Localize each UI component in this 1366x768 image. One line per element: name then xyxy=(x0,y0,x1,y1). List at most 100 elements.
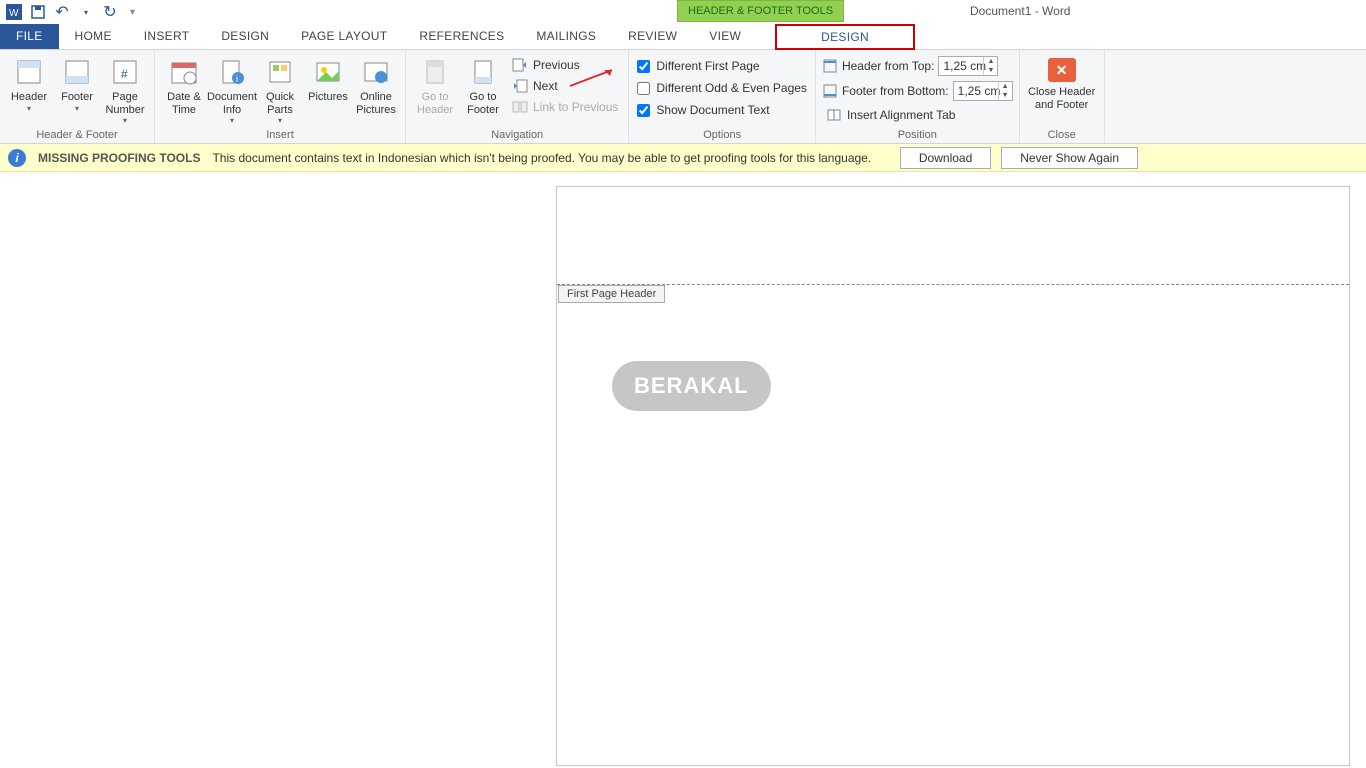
quick-parts-icon xyxy=(264,56,296,88)
calendar-icon xyxy=(168,56,200,88)
date-time-button[interactable]: Date & Time xyxy=(161,54,207,118)
info-icon: i xyxy=(8,149,26,167)
quick-parts-button[interactable]: Quick Parts▾ xyxy=(257,54,303,127)
group-label-options: Options xyxy=(635,127,809,141)
group-close: ✕ Close Header and Footer Close xyxy=(1020,50,1105,143)
spin-down-icon[interactable]: ▼ xyxy=(984,66,997,75)
tab-hf-design[interactable]: DESIGN xyxy=(775,24,915,50)
tab-mailings[interactable]: MAILINGS xyxy=(520,23,612,49)
document-page[interactable]: First Page Header BERAKAL xyxy=(556,186,1350,766)
close-header-footer-button[interactable]: ✕ Close Header and Footer xyxy=(1026,54,1098,113)
svg-text:W: W xyxy=(9,8,19,19)
group-label-insert: Insert xyxy=(161,127,399,141)
header-label: Header xyxy=(11,91,47,104)
undo-caret-icon[interactable]: ▾ xyxy=(78,4,94,20)
group-label-close: Close xyxy=(1026,127,1098,141)
pictures-label: Pictures xyxy=(308,91,348,104)
online-pictures-label: Online Pictures xyxy=(355,91,397,116)
diff-first-label: Different First Page xyxy=(656,59,759,73)
workspace: First Page Header BERAKAL xyxy=(0,172,1366,768)
quick-parts-label: Quick Parts xyxy=(259,91,301,116)
redo-icon[interactable]: ↻ xyxy=(102,4,118,20)
pictures-icon xyxy=(312,56,344,88)
header-icon xyxy=(13,56,45,88)
spin-up-icon[interactable]: ▲ xyxy=(999,82,1012,91)
contextual-tab-label: HEADER & FOOTER TOOLS xyxy=(677,0,844,22)
link-icon xyxy=(512,99,528,115)
tab-view[interactable]: VIEW xyxy=(693,23,757,49)
msgbar-text: This document contains text in Indonesia… xyxy=(212,151,871,165)
msgbar-title: MISSING PROOFING TOOLS xyxy=(38,151,200,165)
show-doc-label: Show Document Text xyxy=(656,103,769,117)
from-bottom-label: Footer from Bottom: xyxy=(842,84,949,98)
date-time-label: Date & Time xyxy=(163,91,205,116)
align-tab-icon xyxy=(826,107,842,123)
align-tab-label: Insert Alignment Tab xyxy=(847,108,956,122)
footer-button[interactable]: Footer▾ xyxy=(54,54,100,115)
tab-design[interactable]: DESIGN xyxy=(205,23,285,49)
header-tag: First Page Header xyxy=(558,285,665,303)
watermark: BERAKAL xyxy=(612,361,771,411)
different-first-page-checkbox[interactable]: Different First Page xyxy=(635,58,809,74)
undo-icon[interactable]: ↶ xyxy=(54,4,70,20)
svg-text:#: # xyxy=(121,67,128,81)
show-document-text-checkbox[interactable]: Show Document Text xyxy=(635,102,809,118)
group-navigation: Go to Header Go to Footer Previous Next … xyxy=(406,50,629,143)
from-top-label: Header from Top: xyxy=(842,59,935,73)
next-label: Next xyxy=(533,79,558,93)
header-button[interactable]: Header▾ xyxy=(6,54,52,115)
group-options: Different First Page Different Odd & Eve… xyxy=(629,50,816,143)
insert-alignment-tab-button[interactable]: Insert Alignment Tab xyxy=(822,106,1013,124)
svg-text:i: i xyxy=(236,74,238,84)
never-show-button[interactable]: Never Show Again xyxy=(1001,147,1138,169)
diff-first-input[interactable] xyxy=(637,60,650,73)
tab-home[interactable]: HOME xyxy=(59,23,128,49)
tab-page-layout[interactable]: PAGE LAYOUT xyxy=(285,23,403,49)
goto-footer-icon xyxy=(467,56,499,88)
spin-down-icon[interactable]: ▼ xyxy=(999,91,1012,100)
footer-bottom-spinner[interactable]: 1,25 cm▲▼ xyxy=(953,81,1013,101)
goto-header-label: Go to Header xyxy=(414,91,456,116)
group-label-position: Position xyxy=(822,127,1013,141)
ribbon: Header▾ Footer▾ # Page Number▾ Header & … xyxy=(0,50,1366,144)
group-header-footer: Header▾ Footer▾ # Page Number▾ Header & … xyxy=(0,50,155,143)
show-doc-input[interactable] xyxy=(637,104,650,117)
document-title: Document1 - Word xyxy=(970,4,1070,18)
ribbon-tabs: FILE HOME INSERT DESIGN PAGE LAYOUT REFE… xyxy=(0,24,1366,50)
footer-bottom-icon xyxy=(822,83,838,99)
tab-insert[interactable]: INSERT xyxy=(128,23,206,49)
qat-customize-icon[interactable]: ▾ xyxy=(130,7,135,18)
group-label-navigation: Navigation xyxy=(412,127,622,141)
online-pictures-button[interactable]: Online Pictures xyxy=(353,54,399,118)
download-button[interactable]: Download xyxy=(900,147,991,169)
spin-up-icon[interactable]: ▲ xyxy=(984,57,997,66)
page-number-icon: # xyxy=(109,56,141,88)
close-icon: ✕ xyxy=(1048,58,1076,82)
word-icon: W xyxy=(6,4,22,20)
header-top-icon xyxy=(822,58,838,74)
pictures-button[interactable]: Pictures xyxy=(305,54,351,106)
link-label: Link to Previous xyxy=(533,100,618,114)
quick-access-toolbar: W ↶ ▾ ↻ ▾ xyxy=(0,4,135,20)
page-number-button[interactable]: # Page Number▾ xyxy=(102,54,148,127)
previous-label: Previous xyxy=(533,58,580,72)
online-pictures-icon xyxy=(360,56,392,88)
tab-references[interactable]: REFERENCES xyxy=(403,23,520,49)
save-icon[interactable] xyxy=(30,4,46,20)
header-region[interactable] xyxy=(557,187,1349,285)
doc-info-icon: i xyxy=(216,56,248,88)
footer-icon xyxy=(61,56,93,88)
different-odd-even-checkbox[interactable]: Different Odd & Even Pages xyxy=(635,80,809,96)
goto-header-button: Go to Header xyxy=(412,54,458,118)
top-value: 1,25 cm xyxy=(943,59,986,73)
previous-button[interactable]: Previous xyxy=(508,56,622,74)
goto-footer-button[interactable]: Go to Footer xyxy=(460,54,506,118)
header-top-spinner[interactable]: 1,25 cm▲▼ xyxy=(938,56,998,76)
diff-odd-input[interactable] xyxy=(637,82,650,95)
group-insert: Date & Time i Document Info▾ Quick Parts… xyxy=(155,50,406,143)
next-button[interactable]: Next xyxy=(508,77,622,95)
tab-review[interactable]: REVIEW xyxy=(612,23,693,49)
document-info-button[interactable]: i Document Info▾ xyxy=(209,54,255,127)
tab-file[interactable]: FILE xyxy=(0,23,59,49)
close-label: Close Header and Footer xyxy=(1028,86,1096,111)
